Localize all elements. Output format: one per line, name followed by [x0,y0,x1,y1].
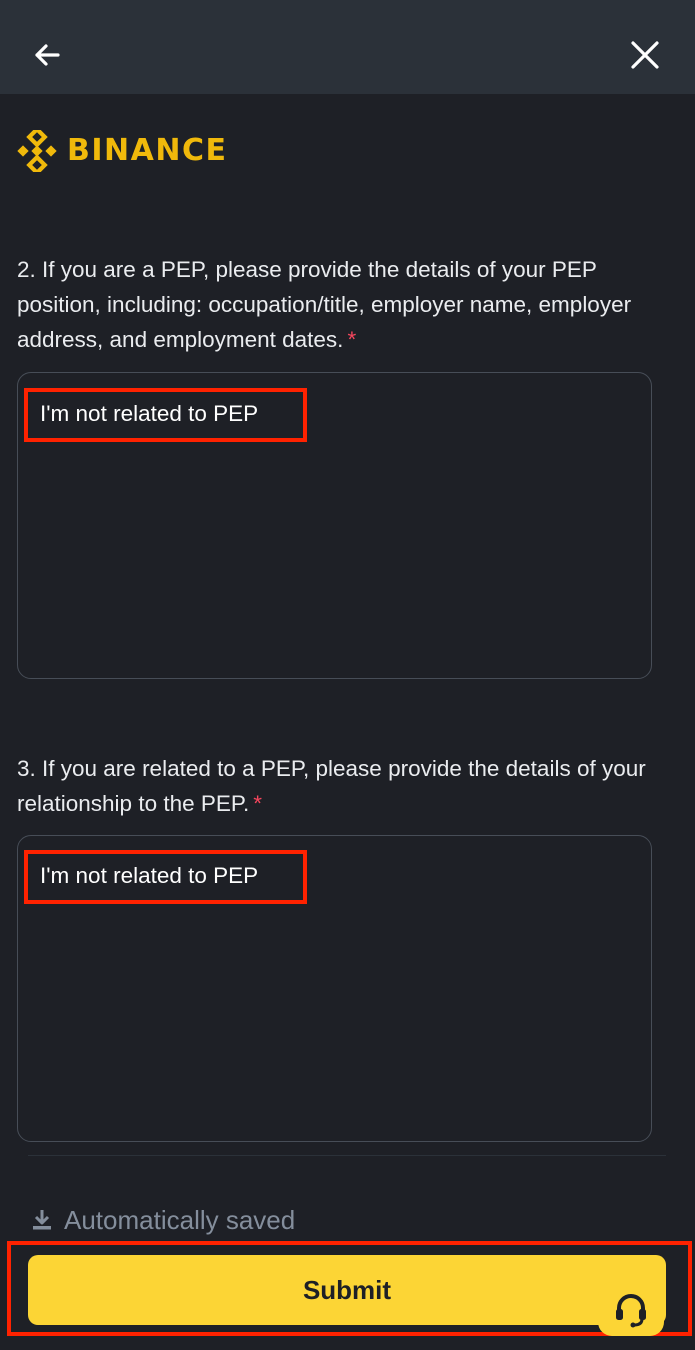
required-asterisk: * [347,327,357,352]
top-bar [0,0,695,94]
footer-divider [28,1155,666,1156]
autosave-status: Automatically saved [30,1202,295,1238]
close-button[interactable] [626,36,664,74]
question-3-text: 3. If you are related to a PEP, please p… [17,756,646,816]
binance-logo: BINANCE [16,128,227,174]
brand-name: BINANCE [67,133,228,168]
binance-logo-icon [17,130,57,172]
headset-icon [616,1294,646,1328]
question-3-answer[interactable]: I'm not related to PEP [24,850,307,904]
question-3-label: 3. If you are related to a PEP, please p… [17,751,657,821]
autosave-text: Automatically saved [64,1204,296,1235]
download-icon [33,1210,51,1230]
question-2-label: 2. If you are a PEP, please provide the … [17,252,657,357]
question-2-text: 2. If you are a PEP, please provide the … [17,257,632,352]
back-button[interactable] [28,36,66,74]
close-icon [631,41,659,69]
support-button[interactable] [598,1282,664,1336]
required-asterisk: * [253,791,263,816]
arrow-left-icon [35,44,60,66]
submit-button[interactable]: Submit [28,1255,666,1325]
question-2-answer[interactable]: I'm not related to PEP [24,388,307,442]
